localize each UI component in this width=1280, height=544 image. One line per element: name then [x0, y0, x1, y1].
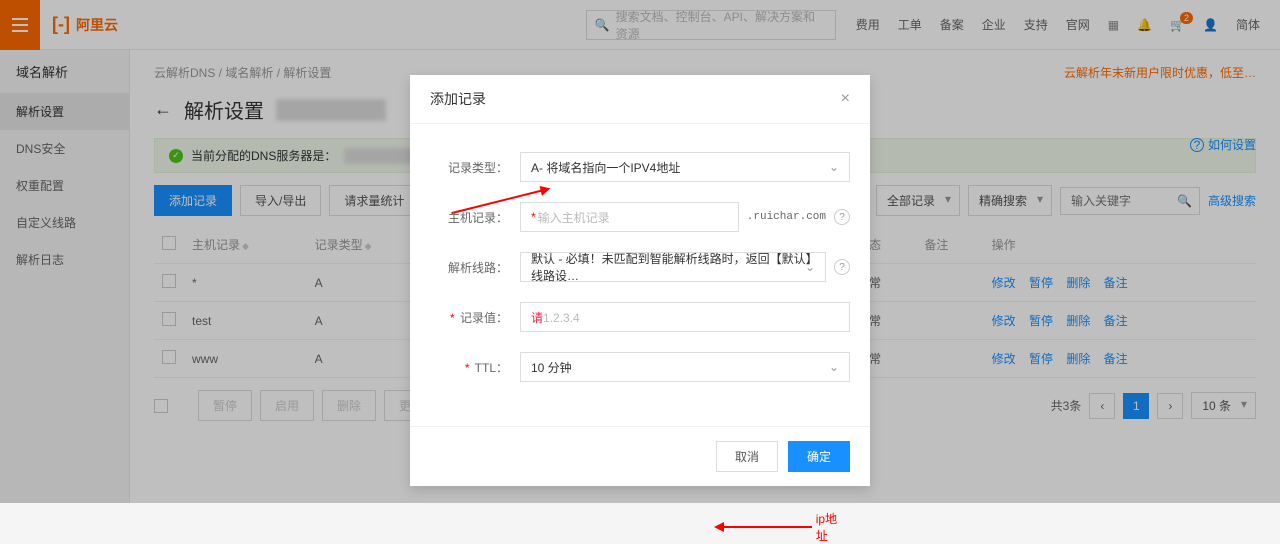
cancel-button[interactable]: 取消 [716, 441, 778, 472]
modal-footer: 取消 确定 [410, 426, 870, 486]
close-icon[interactable]: × [841, 90, 850, 108]
domain-suffix: .ruichar.com [747, 211, 826, 223]
confirm-button[interactable]: 确定 [788, 441, 850, 472]
label-type: 记录类型： [430, 159, 520, 176]
help-icon[interactable]: ? [834, 259, 850, 275]
line-select[interactable]: 默认 - 必填！未匹配到智能解析线路时，返回【默认】线路设… [520, 252, 826, 282]
modal-header: 添加记录 × [410, 75, 870, 124]
add-record-modal: 添加记录 × 记录类型： A- 将域名指向一个IPV4地址 主机记录： * 输入… [410, 75, 870, 486]
label-value: * 记录值： [430, 309, 520, 326]
label-line: 解析线路： [430, 259, 520, 276]
help-icon[interactable]: ? [834, 209, 850, 225]
record-value-input[interactable]: 请1.2.3.4 ip地址 [520, 302, 850, 332]
label-ttl: * TTL： [430, 359, 520, 376]
annotation-arrow-2: ip地址 [716, 510, 849, 544]
ttl-select[interactable]: 10 分钟 [520, 352, 850, 382]
value-text: 请1.2.3.4 [531, 309, 580, 326]
required-marker: * [531, 210, 536, 224]
record-type-select[interactable]: A- 将域名指向一个IPV4地址 [520, 152, 850, 182]
label-host: 主机记录： [430, 209, 520, 226]
modal-body: 记录类型： A- 将域名指向一个IPV4地址 主机记录： * 输入主机记录 .r… [410, 124, 870, 426]
host-record-input[interactable]: * 输入主机记录 [520, 202, 739, 232]
modal-title: 添加记录 [430, 89, 486, 109]
modal-overlay: 添加记录 × 记录类型： A- 将域名指向一个IPV4地址 主机记录： * 输入… [0, 0, 1280, 503]
